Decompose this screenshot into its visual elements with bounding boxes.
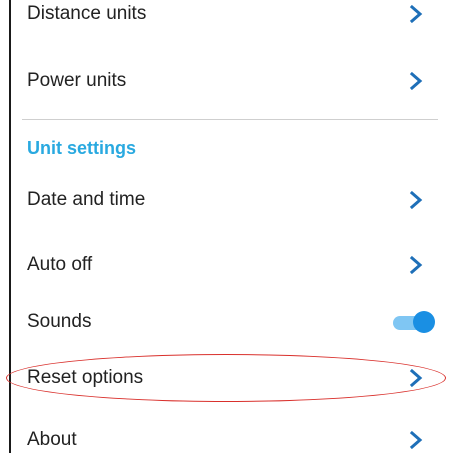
setting-row-distance-units[interactable]: Distance units bbox=[27, 0, 437, 34]
setting-label: Date and time bbox=[27, 189, 146, 210]
chevron-right-icon[interactable] bbox=[405, 189, 427, 211]
setting-label: Distance units bbox=[27, 3, 147, 24]
setting-row-auto-off[interactable]: Auto off bbox=[27, 245, 437, 285]
section-title-unit-settings: Unit settings bbox=[27, 138, 137, 158]
chevron-right-icon[interactable] bbox=[405, 367, 427, 389]
setting-row-date-and-time[interactable]: Date and time bbox=[27, 180, 437, 220]
setting-row-reset-options[interactable]: Reset options bbox=[27, 358, 437, 398]
chevron-right-icon[interactable] bbox=[405, 429, 427, 451]
setting-label: About bbox=[27, 429, 77, 450]
chevron-right-icon[interactable] bbox=[405, 3, 427, 25]
setting-label: Auto off bbox=[27, 254, 93, 275]
setting-label: Power units bbox=[27, 70, 127, 91]
chevron-right-icon[interactable] bbox=[405, 70, 427, 92]
section-divider bbox=[22, 119, 438, 120]
setting-label: Sounds bbox=[27, 311, 92, 332]
setting-row-sounds: Sounds bbox=[27, 302, 437, 342]
setting-label: Reset options bbox=[27, 367, 144, 388]
setting-row-about[interactable]: About bbox=[27, 420, 437, 460]
setting-row-power-units[interactable]: Power units bbox=[27, 61, 437, 101]
chevron-right-icon[interactable] bbox=[405, 254, 427, 276]
toggle-thumb bbox=[413, 311, 435, 333]
sounds-toggle[interactable] bbox=[391, 311, 435, 333]
left-border-line bbox=[9, 0, 11, 453]
